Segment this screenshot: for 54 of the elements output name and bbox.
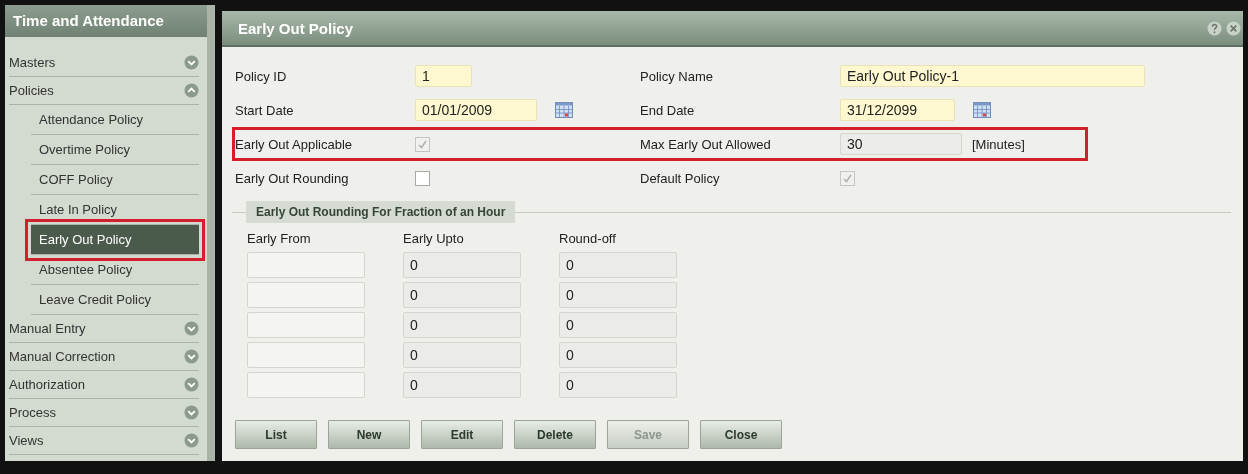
text-field[interactable]: 1: [415, 65, 472, 87]
sidebar-group[interactable]: Authorization: [9, 371, 199, 399]
date-field[interactable]: 31/12/2099: [840, 99, 955, 121]
text-field[interactable]: 0: [559, 342, 677, 368]
text-field[interactable]: 0: [559, 312, 677, 338]
column-label: Early From: [247, 231, 312, 248]
sidebar-item[interactable]: COFF Policy: [31, 165, 199, 195]
form-button[interactable]: Edit: [421, 420, 503, 449]
group-label: Manual Entry: [9, 321, 86, 336]
form-button[interactable]: New: [328, 420, 410, 449]
field-label: End Date: [640, 102, 696, 118]
sidebar-item[interactable]: Attendance Policy: [31, 105, 199, 135]
date-field[interactable]: 01/01/2009: [415, 99, 537, 121]
text-field[interactable]: 0: [403, 342, 521, 368]
sidebar-group[interactable]: Views: [9, 427, 199, 455]
form-button[interactable]: List: [235, 420, 317, 449]
field-label: Max Early Out Allowed: [640, 136, 772, 152]
text-field[interactable]: 0: [559, 372, 677, 398]
group-label: Policies: [9, 83, 54, 98]
column-label: Round-off: [559, 231, 617, 248]
text-field[interactable]: 0: [403, 372, 521, 398]
group-label: Process: [9, 405, 56, 420]
sidebar-group[interactable]: Process: [9, 399, 199, 427]
field-label: Early Out Rounding: [235, 170, 350, 186]
group-label: Views: [9, 433, 44, 448]
section-legend: Early Out Rounding For Fraction of an Hour: [246, 201, 516, 223]
sidebar-title: Time and Attendance: [5, 5, 207, 37]
field-label: Early Out Applicable: [235, 136, 354, 152]
form-button[interactable]: Delete: [514, 420, 596, 449]
text-field[interactable]: 0: [559, 282, 677, 308]
form-button[interactable]: Close: [700, 420, 782, 449]
text-field[interactable]: Early Out Policy-1: [840, 65, 1145, 87]
panel-title: Early Out Policy: [238, 19, 354, 37]
sidebar-group[interactable]: Manual Entry: [9, 315, 199, 343]
sidebar-item[interactable]: Leave Credit Policy: [31, 285, 199, 315]
sidebar-item[interactable]: Overtime Policy: [31, 135, 199, 165]
group-label: Masters: [9, 55, 56, 70]
sidebar-group[interactable]: Masters: [9, 49, 199, 77]
column-label: Early Upto: [403, 231, 465, 248]
text-field[interactable]: 0: [403, 312, 521, 338]
text-field[interactable]: 0: [403, 252, 521, 278]
group-label: Manual Correction: [9, 349, 116, 364]
sidebar-group[interactable]: Policies: [9, 77, 199, 105]
group-label: Authorization: [9, 377, 85, 392]
field-label: Start Date: [235, 102, 295, 118]
sidebar-item[interactable]: Absentee Policy: [31, 255, 199, 285]
sidebar-group[interactable]: Manual Correction: [9, 343, 199, 371]
field-label: Default Policy: [640, 170, 721, 186]
unit-label: [Minutes]: [972, 136, 1025, 152]
number-field[interactable]: 30: [840, 133, 962, 155]
text-field[interactable]: 0: [559, 252, 677, 278]
text-field[interactable]: 0: [403, 282, 521, 308]
field-label: Policy ID: [235, 68, 288, 84]
field-label: Policy Name: [640, 68, 714, 84]
